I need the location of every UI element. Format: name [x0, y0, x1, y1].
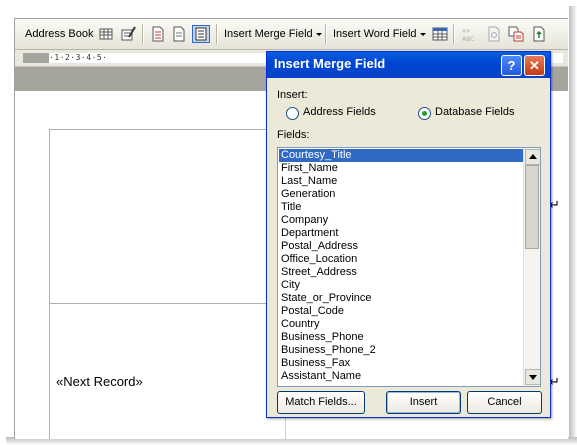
field-list-item[interactable]: Company	[279, 214, 524, 227]
field-list-item[interactable]: Postal_Code	[279, 305, 524, 318]
field-list-item[interactable]: City	[279, 279, 524, 292]
ruler-margin	[23, 53, 49, 63]
chevron-down-icon	[419, 32, 426, 36]
address-fields-radio[interactable]	[286, 107, 299, 120]
scroll-down-button[interactable]	[525, 369, 540, 385]
match-fields-button[interactable]: Match Fields...	[277, 391, 365, 414]
field-list-item[interactable]: Street_Address	[279, 266, 524, 279]
toolbar-separator	[325, 24, 327, 44]
ruler-ticks: ·1·2·3·4·5·	[49, 53, 108, 62]
insert-word-field-label: Insert Word Field	[333, 28, 417, 40]
edit-recipients-icon[interactable]	[119, 25, 137, 43]
scroll-up-button[interactable]	[525, 149, 540, 165]
field-list-item[interactable]: Country	[279, 318, 524, 331]
fields-list: Courtesy_Title First_Name Last_Name Generat…	[279, 149, 524, 383]
address-fields-label[interactable]: Address Fields	[303, 106, 376, 118]
scroll-thumb[interactable]	[525, 165, 539, 249]
insert-greeting-line-icon[interactable]	[170, 25, 188, 43]
field-list-item[interactable]: Business_Phone	[279, 331, 524, 344]
insert-merge-field-dialog: Insert Merge Field ? ✕ Insert: Address F…	[266, 51, 551, 418]
insert-address-block-icon[interactable]	[149, 25, 167, 43]
fields-scrollbar[interactable]	[523, 148, 540, 386]
field-list-item[interactable]: Business_Fax	[279, 357, 524, 370]
field-list-item[interactable]: Courtesy_Title	[279, 149, 524, 162]
insert-label: Insert:	[277, 89, 308, 101]
match-fields-label: Match Fields...	[285, 396, 357, 408]
insert-word-field-button[interactable]: Insert Word Field	[333, 23, 426, 45]
field-list-item[interactable]: Department	[279, 227, 524, 240]
cancel-button-label: Cancel	[487, 396, 522, 408]
fields-label: Fields:	[277, 129, 310, 141]
next-record-field[interactable]: «Next Record»	[56, 374, 143, 389]
insert-button-label: Insert	[409, 396, 438, 408]
field-list-item[interactable]: First_Name	[279, 162, 524, 175]
database-fields-label[interactable]: Database Fields	[435, 106, 515, 118]
arrow-up-icon	[529, 154, 537, 159]
field-list-item[interactable]: State_or_Province	[279, 292, 524, 305]
fields-listbox[interactable]: Courtesy_Title First_Name Last_Name Generat…	[277, 147, 541, 387]
insert-merge-field-label: Insert Merge Field	[224, 28, 313, 40]
cancel-button[interactable]: Cancel	[467, 391, 542, 414]
database-fields-radio[interactable]	[418, 107, 431, 120]
table-icon[interactable]	[431, 25, 449, 43]
chevron-down-icon	[315, 32, 322, 36]
field-list-item[interactable]: Generation	[279, 188, 524, 201]
svg-text:ABC: ABC	[462, 36, 474, 43]
arrow-down-icon	[529, 375, 537, 380]
view-list-icon[interactable]	[97, 25, 115, 43]
close-icon: ✕	[529, 58, 540, 73]
insert-button[interactable]: Insert	[386, 391, 461, 414]
highlight-fields-icon[interactable]	[192, 25, 210, 43]
toolbar-separator	[216, 24, 218, 44]
field-list-item[interactable]: Business_Phone_2	[279, 344, 524, 357]
window-shadow-right	[569, 6, 577, 445]
help-button[interactable]: ?	[501, 55, 522, 76]
merge-to-printer-icon[interactable]	[530, 25, 548, 43]
svg-text:«»: «»	[462, 27, 471, 35]
dialog-titlebar[interactable]: Insert Merge Field ? ✕	[267, 52, 550, 78]
merge-to-document-icon[interactable]	[507, 25, 525, 43]
field-list-item[interactable]: Assistant_Name	[279, 370, 524, 383]
toolbar-separator	[453, 24, 455, 44]
view-merged-data-icon[interactable]: «» ABC	[461, 25, 479, 43]
field-list-item[interactable]: Last_Name	[279, 175, 524, 188]
field-list-item[interactable]: Title	[279, 201, 524, 214]
insert-merge-field-button[interactable]: Insert Merge Field	[224, 23, 322, 45]
field-list-item[interactable]: Postal_Address	[279, 240, 524, 253]
toolbar-separator	[142, 24, 144, 44]
check-errors-icon[interactable]	[485, 25, 503, 43]
help-icon: ?	[507, 58, 516, 73]
address-book-button[interactable]: Address Book	[25, 23, 93, 45]
address-book-label: Address Book	[25, 28, 94, 40]
close-button[interactable]: ✕	[524, 55, 545, 76]
field-list-item[interactable]: Office_Location	[279, 253, 524, 266]
mail-merge-toolbar: Address Book Insert Merge Field Insert W…	[15, 19, 568, 50]
dialog-title: Insert Merge Field	[274, 56, 386, 71]
